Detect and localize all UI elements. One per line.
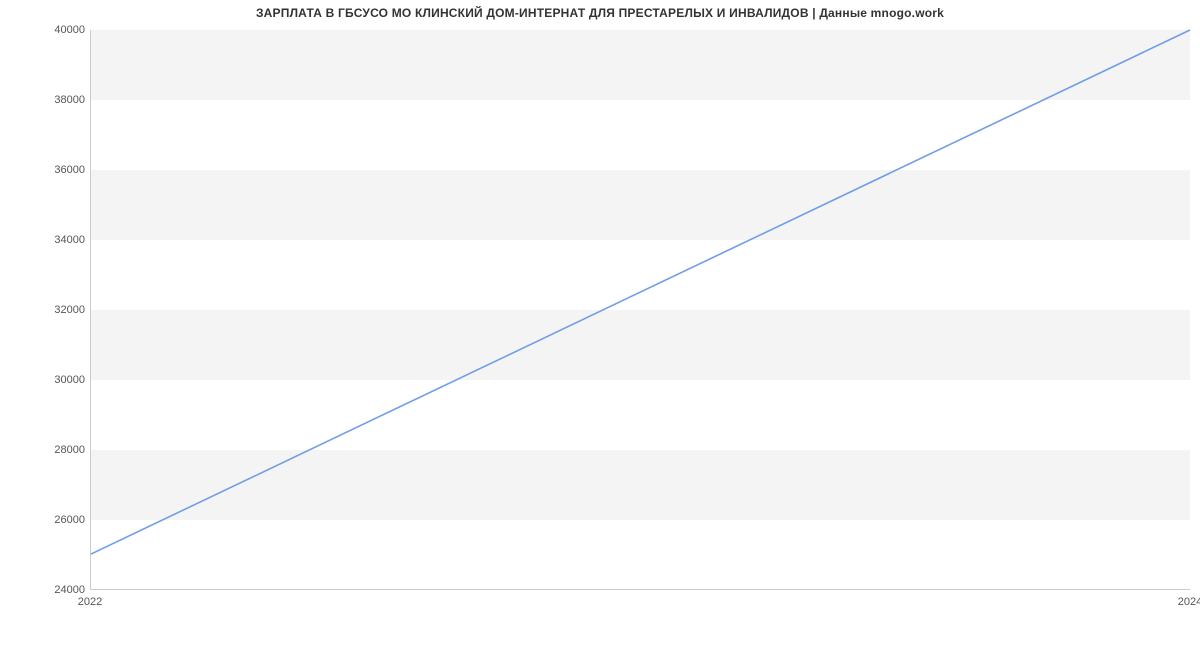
x-tick-label: 2022 [78,596,102,608]
y-tick-label: 26000 [5,514,85,526]
y-tick-label: 38000 [5,94,85,106]
chart-container: ЗАРПЛАТА В ГБСУСО МО КЛИНСКИЙ ДОМ-ИНТЕРН… [0,0,1200,650]
y-tick-label: 24000 [5,584,85,596]
plot-area [90,30,1190,590]
y-tick-label: 32000 [5,304,85,316]
data-line [91,30,1190,554]
chart-title: ЗАРПЛАТА В ГБСУСО МО КЛИНСКИЙ ДОМ-ИНТЕРН… [0,6,1200,20]
y-tick-label: 34000 [5,234,85,246]
y-tick-label: 30000 [5,374,85,386]
x-tick-label: 2024 [1178,596,1200,608]
y-tick-label: 36000 [5,164,85,176]
y-tick-label: 40000 [5,24,85,36]
line-series [91,30,1190,589]
y-tick-label: 28000 [5,444,85,456]
